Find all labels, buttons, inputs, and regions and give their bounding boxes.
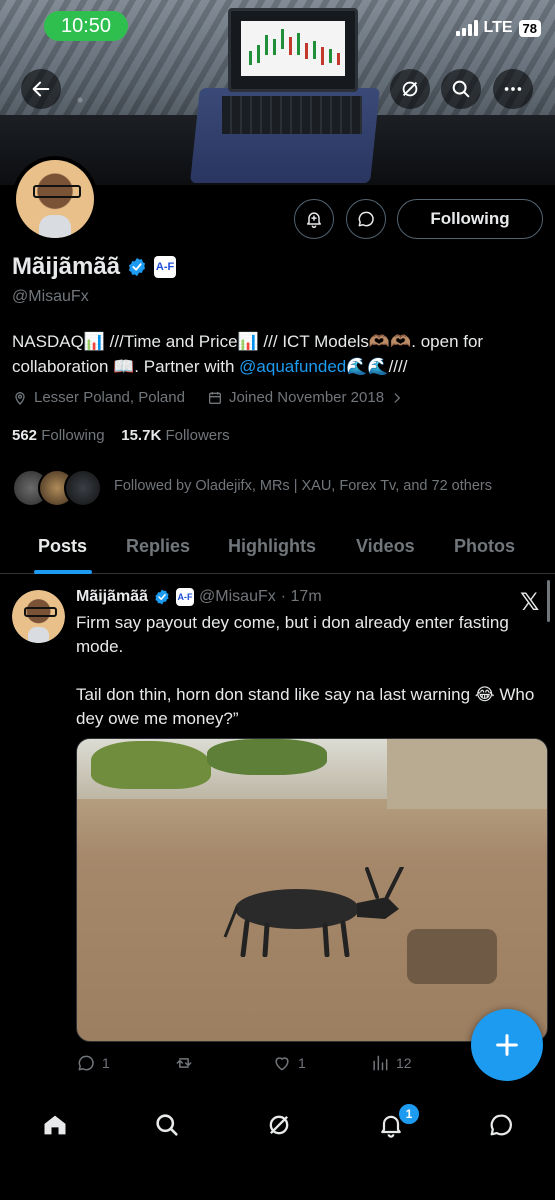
tab-highlights[interactable]: Highlights [228,536,316,557]
back-button[interactable] [21,69,61,109]
post-avatar-image [12,590,65,643]
search-button[interactable] [441,69,481,109]
search-icon [156,1114,178,1136]
post-image[interactable] [76,738,548,1042]
chat-bubble-icon [490,1114,512,1136]
followers-count: 15.7K [121,427,162,444]
profile-handle: @MisauFx [12,288,89,305]
reply-button[interactable]: 1 [76,1053,110,1073]
grok-button[interactable] [390,69,430,109]
nav-grok[interactable] [262,1108,296,1142]
repost-button[interactable] [174,1053,194,1073]
image-cow [223,867,404,957]
notifications-badge: 1 [398,1103,420,1125]
signal-icon [455,20,478,36]
bell-plus-icon [307,212,321,229]
image-tree [91,741,211,789]
verified-badge-icon[interactable] [126,256,148,278]
chevron-right-icon[interactable] [390,391,404,405]
grok-icon [402,81,418,97]
post-time: · 17m [280,588,322,605]
affiliation-badge: A-F [176,588,195,606]
avatar-image [16,160,94,238]
message-button[interactable] [346,199,386,239]
tab-posts[interactable]: Posts [38,536,87,557]
image-wall [387,739,547,809]
profile-location: Lesser Poland, Poland [34,389,185,406]
like-button[interactable]: 1 [272,1053,306,1073]
profile-name-row: Mãijãmãã A-F [12,253,177,281]
bio-text-2: 🌊🌊//// [346,357,408,376]
nav-home[interactable] [38,1108,72,1142]
post-text: Firm say payout dey come, but i don alre… [76,613,535,728]
post-author-handle[interactable]: @MisauFx [199,588,276,606]
active-tab-indicator [34,570,92,574]
verified-badge-icon [155,589,169,605]
reply-icon [78,1055,94,1071]
arrow-left-icon [32,81,50,97]
profile-avatar[interactable] [12,156,98,242]
follower-avatar [64,469,102,507]
views-button[interactable]: 12 [370,1053,412,1073]
post-header: Mãijãmãã A-F @MisauFx · 17m [76,588,322,606]
following-count-link[interactable]: 562 Following [12,427,105,444]
followed-by-text[interactable]: Followed by Oladejifx, MRs | XAU, Forex … [114,478,492,494]
image-bowl [407,929,497,984]
search-icon [452,80,470,98]
follow-counts: 562 Following 15.7K Followers [12,427,230,444]
heart-icon [275,1057,289,1071]
followers-count-link[interactable]: 15.7K Followers [121,427,229,444]
nav-search[interactable] [150,1108,184,1142]
status-indicators: LTE 78 [455,19,541,37]
compose-button[interactable] [471,1009,543,1081]
bio-mention-link[interactable]: @aquafunded [239,357,346,376]
more-button[interactable] [493,69,533,109]
banner-keyboard [222,96,362,134]
home-icon [44,1115,66,1135]
image-tree [207,739,327,775]
profile-bio: NASDAQ📊 ///Time and Price📊 /// ICT Model… [12,329,547,379]
profile-joined: Joined November 2018 [228,389,385,406]
calendar-icon [208,391,221,404]
display-name: Mãijãmãã [12,253,121,280]
views-chart-icon [373,1055,388,1071]
location-pin-icon [15,391,25,405]
reply-count: 1 [102,1055,110,1071]
followers-label: Followers [165,427,230,444]
like-count: 1 [298,1055,306,1071]
banner-chart [241,21,345,76]
repost-icon [176,1058,192,1068]
affiliation-badge[interactable]: A-F [154,256,177,278]
banner-laptop-screen [228,8,358,92]
post-avatar[interactable] [12,590,65,643]
following-label: Following [41,427,105,444]
post-author-name[interactable]: Mãijãmãã [76,588,148,606]
tab-videos[interactable]: Videos [356,536,415,557]
profile-meta: Lesser Poland, Poland Joined November 20… [12,389,404,406]
tab-replies[interactable]: Replies [126,536,190,557]
status-time: 10:50 [44,11,128,41]
battery-icon: 78 [518,19,541,37]
network-label: LTE [483,19,513,36]
tab-photos[interactable]: Photos [454,536,515,557]
followed-by-avatars[interactable] [12,469,102,507]
bottom-navigation: 1 [0,1088,555,1200]
grok-icon [269,1115,289,1135]
following-button[interactable]: Following [397,199,543,239]
plus-icon [496,1034,518,1056]
notify-button[interactable] [294,199,334,239]
profile-tabs: Posts Replies Highlights Videos Photos [0,525,555,574]
nav-messages[interactable] [484,1108,518,1142]
following-count: 562 [12,427,38,444]
scrollbar[interactable] [547,580,550,622]
more-dots-icon [504,87,522,91]
views-count: 12 [396,1055,412,1071]
chat-bubble-icon [358,211,374,227]
